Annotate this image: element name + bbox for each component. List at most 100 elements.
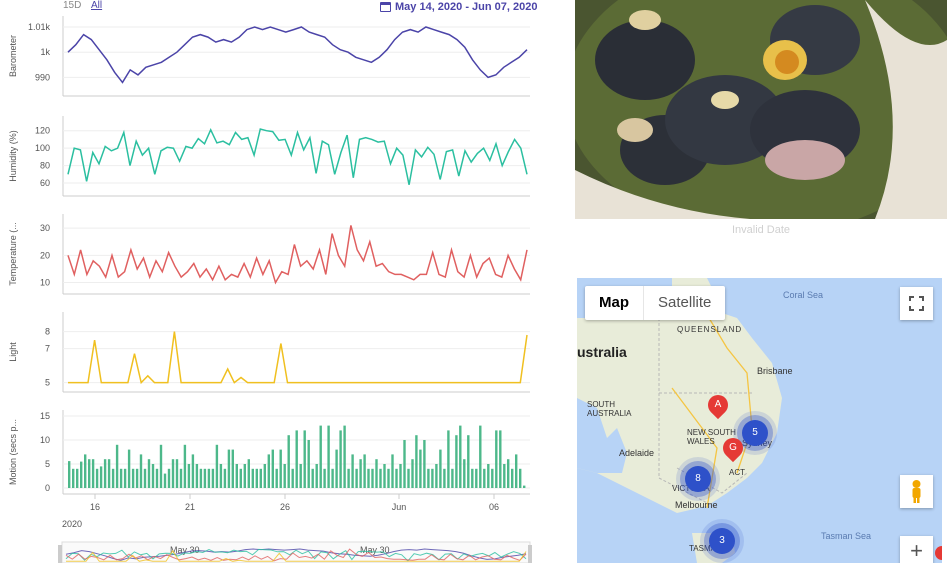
motion-bar — [111, 468, 115, 488]
navigator-handle-right — [528, 545, 532, 563]
map-pin[interactable]: G — [718, 433, 748, 463]
motion-bar — [447, 430, 450, 488]
street-view-pegman[interactable] — [900, 475, 933, 508]
x-tick-label: 06 — [489, 502, 499, 512]
motion-bar — [175, 459, 179, 488]
motion-bar — [419, 449, 422, 488]
motion-bar — [339, 430, 342, 488]
y-tick-label: 15 — [40, 411, 50, 421]
motion-bar — [495, 430, 498, 488]
series-line — [68, 331, 528, 385]
motion-bar — [171, 459, 175, 488]
fullscreen-button[interactable] — [900, 287, 933, 320]
motion-bar — [275, 468, 278, 488]
series-line — [67, 127, 528, 185]
map-label: ACT — [729, 468, 745, 477]
motion-bar — [515, 454, 518, 488]
motion-bar — [203, 468, 207, 488]
map-type-toggle[interactable]: Map Satellite — [585, 286, 726, 320]
motion-bar — [375, 459, 378, 488]
motion-bar — [303, 430, 306, 488]
motion-bar — [399, 464, 402, 488]
motion-bar — [423, 440, 426, 488]
motion-bar — [139, 454, 143, 488]
motion-bar — [467, 435, 470, 488]
y-tick-label: 7 — [45, 344, 50, 354]
y-tick-label: 1k — [40, 47, 50, 57]
motion-bar — [411, 459, 414, 488]
timeseries-charts: 1.01k1k990Barometer1201008060Humidity (%… — [8, 16, 532, 563]
y-axis-title: Light — [8, 342, 18, 362]
motion-bar — [383, 464, 386, 488]
motion-bar — [247, 459, 250, 488]
y-tick-label: 20 — [40, 250, 50, 260]
map-cluster[interactable]: 5 — [742, 420, 768, 446]
motion-bar — [367, 468, 370, 488]
motion-bar — [507, 459, 510, 488]
map-cluster[interactable]: 8 — [685, 466, 711, 492]
motion-bar — [351, 454, 354, 488]
map-view-button[interactable]: Map — [585, 286, 643, 320]
map-cluster[interactable]: 3 — [709, 528, 735, 554]
motion-bar — [403, 440, 406, 488]
motion-bar — [451, 468, 454, 488]
map-pin-label: A — [714, 399, 722, 410]
motion-bar — [231, 449, 234, 488]
motion-bar — [239, 468, 242, 488]
motion-bar — [223, 468, 227, 488]
motion-bar — [291, 468, 294, 488]
satellite-view-button[interactable]: Satellite — [643, 286, 725, 320]
y-tick-label: 100 — [35, 143, 50, 153]
map-label: Melbourne — [675, 500, 718, 510]
motion-bar — [103, 459, 107, 488]
motion-bar — [163, 473, 167, 488]
motion-bar — [371, 468, 374, 488]
motion-bar — [519, 468, 522, 488]
motion-bar — [363, 454, 366, 488]
y-tick-label: 80 — [40, 161, 50, 171]
motion-bar — [147, 459, 151, 488]
y-axis-title: Barometer — [8, 35, 18, 77]
motion-bar — [279, 449, 282, 488]
fullscreen-icon — [909, 296, 924, 311]
motion-bar — [443, 468, 446, 488]
motion-bar — [435, 464, 438, 488]
motion-bar — [331, 468, 334, 488]
motion-bar — [107, 459, 111, 488]
map-pin-label: G — [729, 442, 737, 453]
motion-bar — [487, 464, 490, 488]
motion-bar — [151, 464, 155, 488]
motion-bar — [523, 485, 526, 488]
motion-bar — [439, 449, 442, 488]
motion-bar — [76, 468, 79, 488]
motion-bar — [84, 454, 87, 488]
map-marker-edge[interactable] — [935, 546, 942, 560]
motion-bar — [511, 468, 514, 488]
map-label: ustralia — [577, 344, 627, 360]
motion-bar — [295, 430, 298, 488]
motion-bar — [219, 464, 223, 488]
motion-bar — [327, 425, 330, 488]
motion-bar — [143, 468, 147, 488]
charts-panel: 15D All May 14, 2020 - Jun 07, 2020 1.01… — [0, 0, 560, 563]
motion-bar — [407, 468, 410, 488]
navigator-handle-left — [58, 545, 62, 563]
motion-bar — [195, 464, 199, 488]
y-axis-title: Motion (secs p... — [8, 419, 18, 485]
motion-bar — [119, 468, 123, 488]
motion-bar — [471, 468, 474, 488]
motion-bar — [499, 430, 502, 488]
motion-bar — [88, 459, 91, 488]
motion-bar — [179, 468, 183, 488]
series-line — [67, 225, 528, 285]
pegman-icon — [912, 480, 921, 503]
motion-bar — [187, 464, 191, 488]
zoom-in-button[interactable]: + — [900, 536, 933, 563]
map-label: Coral Sea — [783, 290, 824, 300]
motion-bar — [319, 425, 322, 488]
motion-bar — [311, 468, 314, 488]
map-pin[interactable]: A — [703, 390, 733, 420]
motion-bar — [391, 454, 394, 488]
map[interactable]: Map Satellite + Coral Sea QUEENSLAND ust… — [577, 278, 942, 563]
motion-bar — [135, 468, 139, 488]
